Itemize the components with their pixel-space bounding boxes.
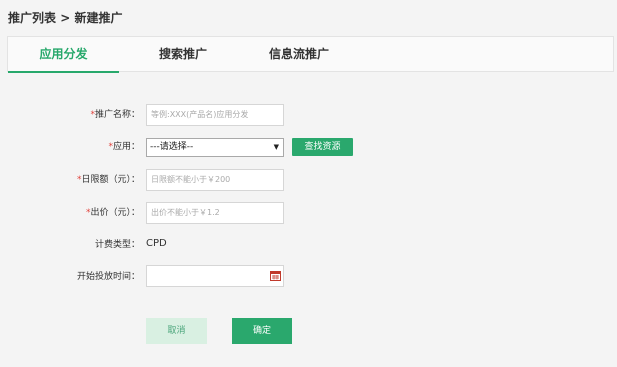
- bid-label-text: 出价（元）：: [90, 208, 140, 218]
- daily-limit-label-text: 日限额（元）：: [81, 175, 140, 185]
- tab-feed-promotion[interactable]: 信息流推广: [244, 37, 354, 72]
- daily-limit-label: *日限额（元）：: [0, 173, 140, 187]
- bid-input[interactable]: 出价不能小于￥1.2: [146, 202, 284, 224]
- app-select-value: ---请选择--: [150, 142, 194, 152]
- app-label: *应用：: [0, 140, 140, 154]
- breadcrumb: 推广列表 > 新建推广: [8, 9, 122, 26]
- bid-label: *出价（元）：: [0, 206, 140, 220]
- name-input[interactable]: 等例:XXX(产品名)应用分发: [146, 104, 284, 126]
- daily-limit-input[interactable]: 日限额不能小于￥200: [146, 169, 284, 191]
- billing-type-value: CPD: [146, 238, 167, 249]
- find-resource-button[interactable]: 查找资源: [292, 138, 353, 156]
- confirm-button[interactable]: 确定: [232, 318, 292, 344]
- chevron-down-icon: ▼: [273, 143, 279, 151]
- name-label: *推广名称：: [0, 108, 140, 122]
- name-label-text: 推广名称：: [94, 110, 140, 120]
- app-label-text: 应用：: [112, 142, 140, 152]
- start-time-input[interactable]: [146, 265, 284, 287]
- billing-type-label: 计费类型：: [94, 240, 140, 250]
- breadcrumb-parent[interactable]: 推广列表: [8, 11, 56, 25]
- cancel-button[interactable]: 取消: [146, 318, 207, 344]
- breadcrumb-current: 新建推广: [74, 11, 123, 25]
- breadcrumb-separator: >: [60, 11, 71, 25]
- tab-app-distribution[interactable]: 应用分发: [8, 37, 119, 73]
- tab-search-promotion[interactable]: 搜索推广: [133, 37, 233, 72]
- app-select[interactable]: ---请选择-- ▼: [146, 138, 284, 157]
- calendar-icon[interactable]: [270, 271, 281, 281]
- tab-bar: 应用分发 搜索推广 信息流推广: [7, 36, 614, 73]
- start-time-label: 开始投放时间：: [76, 272, 140, 282]
